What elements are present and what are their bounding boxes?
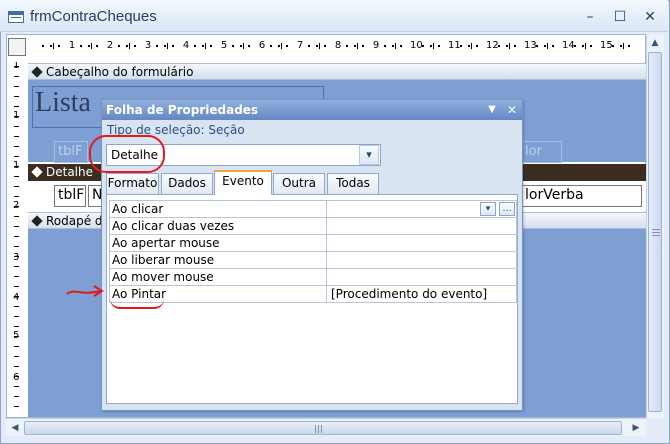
minimize-button[interactable]: – bbox=[580, 8, 600, 26]
property-value[interactable] bbox=[329, 218, 517, 234]
ruler-number: 15 bbox=[600, 40, 613, 51]
close-window-button[interactable]: ✕ bbox=[640, 8, 660, 26]
property-row[interactable]: Ao apertar mouse bbox=[110, 235, 518, 252]
property-row[interactable]: Ao clicar ▾… bbox=[110, 201, 518, 218]
property-value[interactable] bbox=[329, 235, 517, 251]
ruler-number: 1 bbox=[13, 62, 20, 71]
property-row[interactable]: Ao Pintar [Procedimento do evento] bbox=[110, 286, 518, 303]
ruler-number: 1 bbox=[13, 160, 20, 171]
horizontal-ruler[interactable]: 1 2 3 4 5 6 7 8 9 10 11 12 13 14 15 bbox=[30, 38, 644, 56]
ruler-number: 12 bbox=[486, 40, 499, 51]
tab-todas[interactable]: Todas bbox=[327, 173, 379, 194]
ruler-number: 1 bbox=[13, 110, 20, 121]
ruler-number: 3 bbox=[144, 40, 152, 51]
section-diamond-icon bbox=[31, 215, 43, 227]
tab-outra[interactable]: Outra bbox=[273, 173, 325, 194]
ruler-number: 14 bbox=[562, 40, 575, 51]
ruler-corner-selector[interactable] bbox=[8, 38, 26, 56]
ruler-number: 5 bbox=[13, 330, 20, 341]
selection-type-value: Seção bbox=[208, 123, 245, 137]
property-value[interactable] bbox=[329, 269, 517, 285]
property-name: Ao clicar bbox=[110, 201, 327, 217]
ruler-number: 9 bbox=[372, 40, 380, 51]
property-sheet-close-icon[interactable]: ✕ bbox=[504, 102, 520, 118]
property-grid: Ao clicar ▾… Ao clicar duas vezes Ao aperta… bbox=[109, 200, 518, 303]
ruler-number: 3 bbox=[13, 252, 20, 263]
detail-control-valorverba[interactable]: lorVerba bbox=[522, 185, 642, 207]
property-row[interactable]: Ao clicar duas vezes bbox=[110, 218, 518, 235]
tab-evento[interactable]: Evento bbox=[214, 170, 272, 195]
builder-ellipsis-button[interactable]: … bbox=[499, 202, 515, 216]
red-arrow-annotation-icon bbox=[66, 285, 104, 297]
header-label-valor[interactable]: lor bbox=[522, 141, 562, 163]
maximize-button[interactable]: ☐ bbox=[610, 8, 630, 26]
ruler-number: 7 bbox=[296, 40, 304, 51]
ruler-number: 13 bbox=[524, 40, 537, 51]
tab-dados[interactable]: Dados bbox=[161, 173, 213, 194]
red-underline-annotation bbox=[110, 299, 164, 309]
property-name: Ao apertar mouse bbox=[110, 235, 327, 251]
ruler-number: 1 bbox=[68, 40, 76, 51]
horizontal-scroll-thumb[interactable] bbox=[24, 421, 622, 435]
ruler-number: 4 bbox=[13, 292, 20, 303]
property-row[interactable]: Ao mover mouse bbox=[110, 269, 518, 286]
section-diamond-icon bbox=[31, 166, 43, 178]
property-name: Ao clicar duas vezes bbox=[110, 218, 327, 234]
property-name: Ao mover mouse bbox=[110, 269, 327, 285]
form-header-section-label: Cabeçalho do formulário bbox=[46, 65, 194, 79]
vertical-scroll-thumb[interactable] bbox=[648, 52, 662, 412]
property-row[interactable]: Ao liberar mouse bbox=[110, 252, 518, 269]
property-value[interactable]: [Procedimento do evento] bbox=[329, 286, 517, 302]
detail-control-tblf[interactable]: tblF bbox=[54, 185, 86, 207]
ruler-number: 5 bbox=[220, 40, 228, 51]
ruler-number: 6 bbox=[13, 372, 20, 383]
red-highlight-circle bbox=[89, 135, 165, 173]
scroll-down-arrow-icon[interactable] bbox=[647, 412, 663, 418]
ruler-number: 2 bbox=[13, 200, 20, 211]
ruler-number: 10 bbox=[410, 40, 423, 51]
scroll-up-arrow-icon[interactable]: ▲ bbox=[647, 35, 663, 51]
scroll-left-arrow-icon[interactable]: ◀ bbox=[7, 420, 23, 436]
property-value[interactable] bbox=[329, 252, 517, 268]
tab-formato[interactable]: Formato bbox=[106, 173, 159, 194]
object-selector-chevron-down-icon[interactable]: ▾ bbox=[359, 145, 379, 165]
ruler-number: 11 bbox=[448, 40, 461, 51]
ruler-number: 4 bbox=[182, 40, 190, 51]
detail-section-label: Detalhe bbox=[46, 165, 94, 179]
ruler-number: 8 bbox=[334, 40, 342, 51]
ruler-number: 6 bbox=[258, 40, 266, 51]
property-sheet-menu-arrow-icon[interactable]: ▼ bbox=[484, 102, 500, 118]
header-label-tblf[interactable]: tblF bbox=[54, 141, 88, 163]
window-title: frmContraCheques bbox=[30, 8, 157, 25]
vertical-ruler[interactable]: 1 1 1 2 3 4 5 6 bbox=[8, 62, 26, 416]
property-chevron-down-icon[interactable]: ▾ bbox=[480, 202, 496, 216]
section-diamond-icon bbox=[31, 66, 43, 78]
ruler-number: 2 bbox=[106, 40, 114, 51]
scroll-right-arrow-icon[interactable]: ▶ bbox=[628, 420, 644, 436]
form-icon bbox=[8, 11, 24, 23]
form-header-section-bar[interactable]: Cabeçalho do formulário bbox=[28, 63, 646, 80]
property-sheet-title[interactable]: Folha de Propriedades bbox=[102, 100, 522, 120]
property-name: Ao liberar mouse bbox=[110, 252, 327, 268]
